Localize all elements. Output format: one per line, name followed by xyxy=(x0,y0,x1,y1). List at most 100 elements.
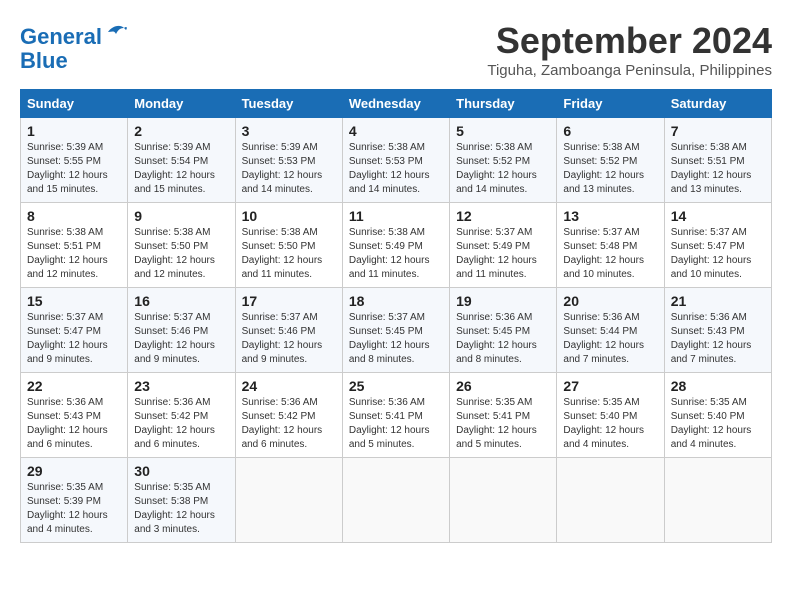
calendar-cell: 5 Sunrise: 5:38 AMSunset: 5:52 PMDayligh… xyxy=(450,118,557,203)
day-detail: Sunrise: 5:36 AMSunset: 5:43 PMDaylight:… xyxy=(671,311,765,367)
calendar-cell: 10 Sunrise: 5:38 AMSunset: 5:50 PMDaylig… xyxy=(235,203,342,288)
day-detail: Sunrise: 5:37 AMSunset: 5:47 PMDaylight:… xyxy=(27,311,121,367)
calendar-cell: 16 Sunrise: 5:37 AMSunset: 5:46 PMDaylig… xyxy=(128,288,235,373)
calendar-table: SundayMondayTuesdayWednesdayThursdayFrid… xyxy=(20,89,772,543)
day-number: 28 xyxy=(671,378,765,394)
day-number: 23 xyxy=(134,378,228,394)
day-detail: Sunrise: 5:37 AMSunset: 5:46 PMDaylight:… xyxy=(242,311,336,367)
calendar-cell: 13 Sunrise: 5:37 AMSunset: 5:48 PMDaylig… xyxy=(557,203,664,288)
day-detail: Sunrise: 5:38 AMSunset: 5:50 PMDaylight:… xyxy=(134,226,228,282)
calendar-cell: 12 Sunrise: 5:37 AMSunset: 5:49 PMDaylig… xyxy=(450,203,557,288)
calendar-cell: 15 Sunrise: 5:37 AMSunset: 5:47 PMDaylig… xyxy=(21,288,128,373)
calendar-cell: 3 Sunrise: 5:39 AMSunset: 5:53 PMDayligh… xyxy=(235,118,342,203)
calendar-cell: 30 Sunrise: 5:35 AMSunset: 5:38 PMDaylig… xyxy=(128,458,235,543)
calendar-cell: 29 Sunrise: 5:35 AMSunset: 5:39 PMDaylig… xyxy=(21,458,128,543)
day-detail: Sunrise: 5:36 AMSunset: 5:42 PMDaylight:… xyxy=(242,396,336,452)
day-detail: Sunrise: 5:38 AMSunset: 5:51 PMDaylight:… xyxy=(671,141,765,197)
logo-bird-icon xyxy=(104,20,128,44)
day-number: 29 xyxy=(27,463,121,479)
calendar-cell xyxy=(235,458,342,543)
day-detail: Sunrise: 5:37 AMSunset: 5:46 PMDaylight:… xyxy=(134,311,228,367)
day-detail: Sunrise: 5:37 AMSunset: 5:48 PMDaylight:… xyxy=(563,226,657,282)
day-number: 10 xyxy=(242,208,336,224)
day-number: 1 xyxy=(27,123,121,139)
calendar-cell: 26 Sunrise: 5:35 AMSunset: 5:41 PMDaylig… xyxy=(450,373,557,458)
calendar-cell xyxy=(664,458,771,543)
day-number: 3 xyxy=(242,123,336,139)
day-number: 2 xyxy=(134,123,228,139)
calendar-cell: 2 Sunrise: 5:39 AMSunset: 5:54 PMDayligh… xyxy=(128,118,235,203)
day-detail: Sunrise: 5:35 AMSunset: 5:40 PMDaylight:… xyxy=(563,396,657,452)
logo-blue: Blue xyxy=(20,49,128,73)
weekday-header-tuesday: Tuesday xyxy=(235,90,342,118)
day-detail: Sunrise: 5:39 AMSunset: 5:55 PMDaylight:… xyxy=(27,141,121,197)
calendar-week-5: 29 Sunrise: 5:35 AMSunset: 5:39 PMDaylig… xyxy=(21,458,772,543)
day-number: 14 xyxy=(671,208,765,224)
calendar-cell: 21 Sunrise: 5:36 AMSunset: 5:43 PMDaylig… xyxy=(664,288,771,373)
calendar-cell: 11 Sunrise: 5:38 AMSunset: 5:49 PMDaylig… xyxy=(342,203,449,288)
logo: General Blue xyxy=(20,20,128,73)
calendar-cell: 20 Sunrise: 5:36 AMSunset: 5:44 PMDaylig… xyxy=(557,288,664,373)
day-detail: Sunrise: 5:35 AMSunset: 5:40 PMDaylight:… xyxy=(671,396,765,452)
page-header: General Blue September 2024 Tiguha, Zamb… xyxy=(20,20,772,79)
weekday-header-monday: Monday xyxy=(128,90,235,118)
calendar-cell: 17 Sunrise: 5:37 AMSunset: 5:46 PMDaylig… xyxy=(235,288,342,373)
weekday-header-friday: Friday xyxy=(557,90,664,118)
day-detail: Sunrise: 5:36 AMSunset: 5:41 PMDaylight:… xyxy=(349,396,443,452)
day-detail: Sunrise: 5:36 AMSunset: 5:42 PMDaylight:… xyxy=(134,396,228,452)
calendar-week-1: 1 Sunrise: 5:39 AMSunset: 5:55 PMDayligh… xyxy=(21,118,772,203)
day-number: 15 xyxy=(27,293,121,309)
calendar-cell: 28 Sunrise: 5:35 AMSunset: 5:40 PMDaylig… xyxy=(664,373,771,458)
day-detail: Sunrise: 5:38 AMSunset: 5:52 PMDaylight:… xyxy=(456,141,550,197)
day-number: 4 xyxy=(349,123,443,139)
logo-general: General xyxy=(20,24,102,49)
day-detail: Sunrise: 5:38 AMSunset: 5:53 PMDaylight:… xyxy=(349,141,443,197)
calendar-cell xyxy=(450,458,557,543)
calendar-cell: 24 Sunrise: 5:36 AMSunset: 5:42 PMDaylig… xyxy=(235,373,342,458)
calendar-week-4: 22 Sunrise: 5:36 AMSunset: 5:43 PMDaylig… xyxy=(21,373,772,458)
day-detail: Sunrise: 5:36 AMSunset: 5:44 PMDaylight:… xyxy=(563,311,657,367)
calendar-cell xyxy=(557,458,664,543)
title-block: September 2024 Tiguha, Zamboanga Peninsu… xyxy=(487,20,772,79)
calendar-week-2: 8 Sunrise: 5:38 AMSunset: 5:51 PMDayligh… xyxy=(21,203,772,288)
day-number: 24 xyxy=(242,378,336,394)
day-detail: Sunrise: 5:39 AMSunset: 5:53 PMDaylight:… xyxy=(242,141,336,197)
day-detail: Sunrise: 5:38 AMSunset: 5:49 PMDaylight:… xyxy=(349,226,443,282)
day-number: 26 xyxy=(456,378,550,394)
calendar-cell: 27 Sunrise: 5:35 AMSunset: 5:40 PMDaylig… xyxy=(557,373,664,458)
day-number: 7 xyxy=(671,123,765,139)
day-number: 20 xyxy=(563,293,657,309)
day-detail: Sunrise: 5:35 AMSunset: 5:38 PMDaylight:… xyxy=(134,481,228,537)
day-detail: Sunrise: 5:35 AMSunset: 5:39 PMDaylight:… xyxy=(27,481,121,537)
day-number: 6 xyxy=(563,123,657,139)
calendar-cell: 1 Sunrise: 5:39 AMSunset: 5:55 PMDayligh… xyxy=(21,118,128,203)
day-number: 12 xyxy=(456,208,550,224)
weekday-header-thursday: Thursday xyxy=(450,90,557,118)
day-number: 30 xyxy=(134,463,228,479)
calendar-cell xyxy=(342,458,449,543)
calendar-cell: 14 Sunrise: 5:37 AMSunset: 5:47 PMDaylig… xyxy=(664,203,771,288)
calendar-cell: 19 Sunrise: 5:36 AMSunset: 5:45 PMDaylig… xyxy=(450,288,557,373)
day-number: 9 xyxy=(134,208,228,224)
weekday-header-saturday: Saturday xyxy=(664,90,771,118)
day-detail: Sunrise: 5:39 AMSunset: 5:54 PMDaylight:… xyxy=(134,141,228,197)
day-detail: Sunrise: 5:37 AMSunset: 5:47 PMDaylight:… xyxy=(671,226,765,282)
location: Tiguha, Zamboanga Peninsula, Philippines xyxy=(487,62,772,79)
calendar-cell: 25 Sunrise: 5:36 AMSunset: 5:41 PMDaylig… xyxy=(342,373,449,458)
month-title: September 2024 xyxy=(487,20,772,62)
day-number: 13 xyxy=(563,208,657,224)
day-number: 19 xyxy=(456,293,550,309)
day-number: 18 xyxy=(349,293,443,309)
day-number: 5 xyxy=(456,123,550,139)
day-number: 25 xyxy=(349,378,443,394)
day-number: 17 xyxy=(242,293,336,309)
calendar-cell: 4 Sunrise: 5:38 AMSunset: 5:53 PMDayligh… xyxy=(342,118,449,203)
weekday-header-sunday: Sunday xyxy=(21,90,128,118)
weekday-header-wednesday: Wednesday xyxy=(342,90,449,118)
day-number: 8 xyxy=(27,208,121,224)
day-detail: Sunrise: 5:36 AMSunset: 5:43 PMDaylight:… xyxy=(27,396,121,452)
calendar-cell: 22 Sunrise: 5:36 AMSunset: 5:43 PMDaylig… xyxy=(21,373,128,458)
calendar-cell: 9 Sunrise: 5:38 AMSunset: 5:50 PMDayligh… xyxy=(128,203,235,288)
day-detail: Sunrise: 5:36 AMSunset: 5:45 PMDaylight:… xyxy=(456,311,550,367)
calendar-cell: 23 Sunrise: 5:36 AMSunset: 5:42 PMDaylig… xyxy=(128,373,235,458)
